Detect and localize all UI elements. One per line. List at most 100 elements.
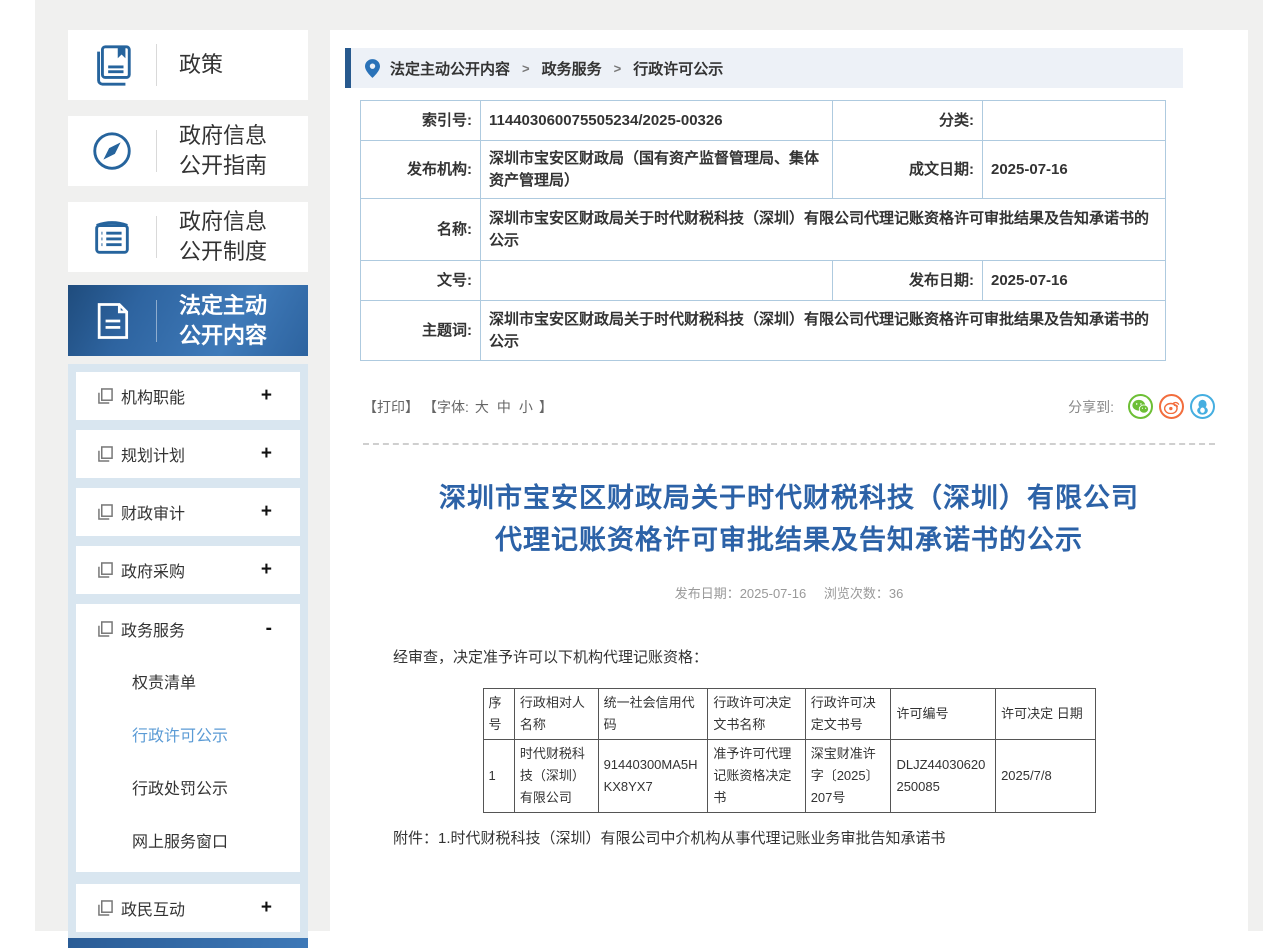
sidebar-subitem-responsibility-list[interactable]: 权责清单 (76, 654, 300, 707)
sidebar-subitem-online-service-window[interactable]: 网上服务窗口 (76, 813, 300, 866)
expand-icon[interactable]: + (261, 385, 272, 407)
pages-icon (98, 388, 113, 404)
meta-keywords-label: 主题词: (361, 301, 481, 361)
sidebar-item-fiscal-audit[interactable]: 财政审计 + (76, 488, 300, 536)
document-meta-table: 索引号: 114403060075505234/2025-00326 分类: 发… (360, 100, 1166, 361)
col-header-party-name: 行政相对人名称 (514, 689, 598, 740)
meta-category-value (983, 101, 1166, 141)
cell-decision-doc-name: 准予许可代理记账资格决定书 (708, 740, 805, 813)
meta-pubdate-value: 2025-07-16 (983, 261, 1166, 301)
cell-seq: 1 (483, 740, 514, 813)
share-label: 分享到: (1068, 397, 1114, 417)
cell-decision-date: 2025/7/8 (996, 740, 1095, 813)
breadcrumb-separator: > (522, 61, 530, 76)
sidebar-item-public-interaction[interactable]: 政民互动 + (76, 884, 300, 932)
meta-pubdate-label: 发布日期: (833, 261, 983, 301)
col-header-decision-doc-number: 行政许可决定文书号 (805, 689, 891, 740)
meta-date-label: 成文日期: (833, 141, 983, 199)
qq-share-icon[interactable] (1190, 394, 1215, 419)
sidebar-item-planning[interactable]: 规划计划 + (76, 430, 300, 478)
article-intro-paragraph: 经审查，决定准予许可以下机构代理记账资格： (363, 646, 1215, 670)
publish-date-value: 2025-07-16 (740, 586, 807, 601)
breadcrumb: 法定主动公开内容 > 政务服务 > 行政许可公示 (345, 48, 1183, 88)
divider-dashed (363, 443, 1215, 445)
col-header-decision-date: 许可决定 日期 (996, 689, 1095, 740)
font-size-small-button[interactable]: 小 (519, 397, 533, 417)
sidebar-card-gov-info-guide[interactable]: 政府信息公开指南 (68, 116, 308, 186)
meta-index-value: 114403060075505234/2025-00326 (481, 101, 833, 141)
breadcrumb-accent-bar (345, 48, 351, 88)
meta-date-value: 2025-07-16 (983, 141, 1166, 199)
font-size-prefix: 【字体: (423, 397, 469, 417)
sidebar-item-agency-functions[interactable]: 机构职能 + (76, 372, 300, 420)
sidebar-item-gov-services[interactable]: 政务服务 - (76, 604, 300, 654)
col-header-seq: 序号 (483, 689, 514, 740)
publish-date-label: 发布日期： (675, 586, 740, 601)
breadcrumb-item-gov-services[interactable]: 政务服务 (542, 58, 602, 79)
cell-license-number: DLJZ44030620250085 (891, 740, 996, 813)
views-value: 36 (889, 586, 903, 601)
sidebar-card-gov-info-rules[interactable]: 政府信息公开制度 (68, 202, 308, 272)
meta-docnum-value (481, 261, 833, 301)
sidebar-item-label: 政民互动 (121, 896, 261, 920)
sidebar-item-label: 财政审计 (121, 500, 261, 524)
table-header-row: 序号 行政相对人名称 统一社会信用代码 行政许可决定文书名称 行政许可决定文书号… (483, 689, 1095, 740)
sidebar-group-gov-services: 政务服务 - 权责清单 行政许可公示 行政处罚公示 网上服务窗口 (76, 604, 300, 872)
pages-icon (98, 900, 113, 916)
sidebar-card-label: 政府信息公开指南 (179, 121, 279, 181)
meta-agency-value: 深圳市宝安区财政局（国有资产监督管理局、集体资产管理局） (481, 141, 833, 199)
article-title: 深圳市宝安区财政局关于时代财税科技（深圳）有限公司 代理记账资格许可审批结果及告… (363, 477, 1215, 561)
sidebar-item-label: 机构职能 (121, 384, 261, 408)
font-size-medium-button[interactable]: 中 (497, 397, 511, 417)
meta-index-label: 索引号: (361, 101, 481, 141)
weibo-share-icon[interactable] (1159, 394, 1184, 419)
col-header-license-number: 许可编号 (891, 689, 996, 740)
pages-icon (98, 621, 113, 637)
cell-credit-code: 91440300MA5HKX8YX7 (598, 740, 708, 813)
col-header-decision-doc-name: 行政许可决定文书名称 (708, 689, 805, 740)
expand-icon[interactable]: + (261, 897, 272, 919)
sidebar-card-label: 政府信息公开制度 (179, 207, 279, 267)
divider (156, 300, 157, 342)
sidebar-accordion: 机构职能 + 规划计划 + 财政审计 + (68, 364, 308, 940)
book-icon (68, 42, 156, 88)
article: 深圳市宝安区财政局关于时代财税科技（深圳）有限公司 代理记账资格许可审批结果及告… (363, 477, 1215, 851)
sidebar-card-policy[interactable]: 政策 (68, 30, 308, 100)
sidebar-next-card-clipped (68, 938, 308, 948)
attachment-line: 附件：1.时代财税科技（深圳）有限公司中介机构从事代理记账业务审批告知承诺书 (363, 827, 1215, 851)
font-size-large-button[interactable]: 大 (475, 397, 489, 417)
wechat-share-icon[interactable] (1128, 394, 1153, 419)
rules-icon (68, 214, 156, 260)
print-button[interactable]: 【打印】 (363, 397, 419, 417)
sidebar-item-label: 政务服务 (121, 617, 266, 641)
expand-icon[interactable]: + (261, 443, 272, 465)
sidebar-item-label: 政府采购 (121, 558, 261, 582)
divider (156, 130, 157, 172)
meta-docnum-label: 文号: (361, 261, 481, 301)
col-header-credit-code: 统一社会信用代码 (598, 689, 708, 740)
article-title-line2: 代理记账资格许可审批结果及告知承诺书的公示 (363, 519, 1215, 561)
sidebar-item-label: 规划计划 (121, 442, 261, 466)
breadcrumb-item-statutory-disclosure[interactable]: 法定主动公开内容 (390, 58, 510, 79)
sidebar-item-gov-procurement[interactable]: 政府采购 + (76, 546, 300, 594)
meta-name-label: 名称: (361, 199, 481, 261)
meta-agency-label: 发布机构: (361, 141, 481, 199)
meta-keywords-value: 深圳市宝安区财政局关于时代财税科技（深圳）有限公司代理记账资格许可审批结果及告知… (481, 301, 1166, 361)
article-meta-line: 发布日期：2025-07-16 浏览次数：36 (363, 583, 1215, 602)
expand-icon[interactable]: + (261, 501, 272, 523)
collapse-icon[interactable]: - (266, 618, 272, 640)
sidebar-card-statutory-disclosure[interactable]: 法定主动公开内容 (68, 285, 308, 356)
cell-party-name: 时代财税科技（深圳）有限公司 (514, 740, 598, 813)
divider (156, 44, 157, 86)
font-size-suffix: 】 (539, 397, 553, 417)
pages-icon (98, 504, 113, 520)
cell-decision-doc-number: 深宝财准许字〔2025〕207号 (805, 740, 891, 813)
sidebar-subitem-admin-license-publicity[interactable]: 行政许可公示 (76, 707, 300, 760)
article-title-line1: 深圳市宝安区财政局关于时代财税科技（深圳）有限公司 (363, 477, 1215, 519)
expand-icon[interactable]: + (261, 559, 272, 581)
views-label: 浏览次数： (824, 586, 889, 601)
meta-name-value: 深圳市宝安区财政局关于时代财税科技（深圳）有限公司代理记账资格许可审批结果及告知… (481, 199, 1166, 261)
breadcrumb-item-admin-license-publicity[interactable]: 行政许可公示 (633, 58, 723, 79)
permit-results-table: 序号 行政相对人名称 统一社会信用代码 行政许可决定文书名称 行政许可决定文书号… (483, 688, 1096, 813)
sidebar-subitem-admin-penalty-publicity[interactable]: 行政处罚公示 (76, 760, 300, 813)
